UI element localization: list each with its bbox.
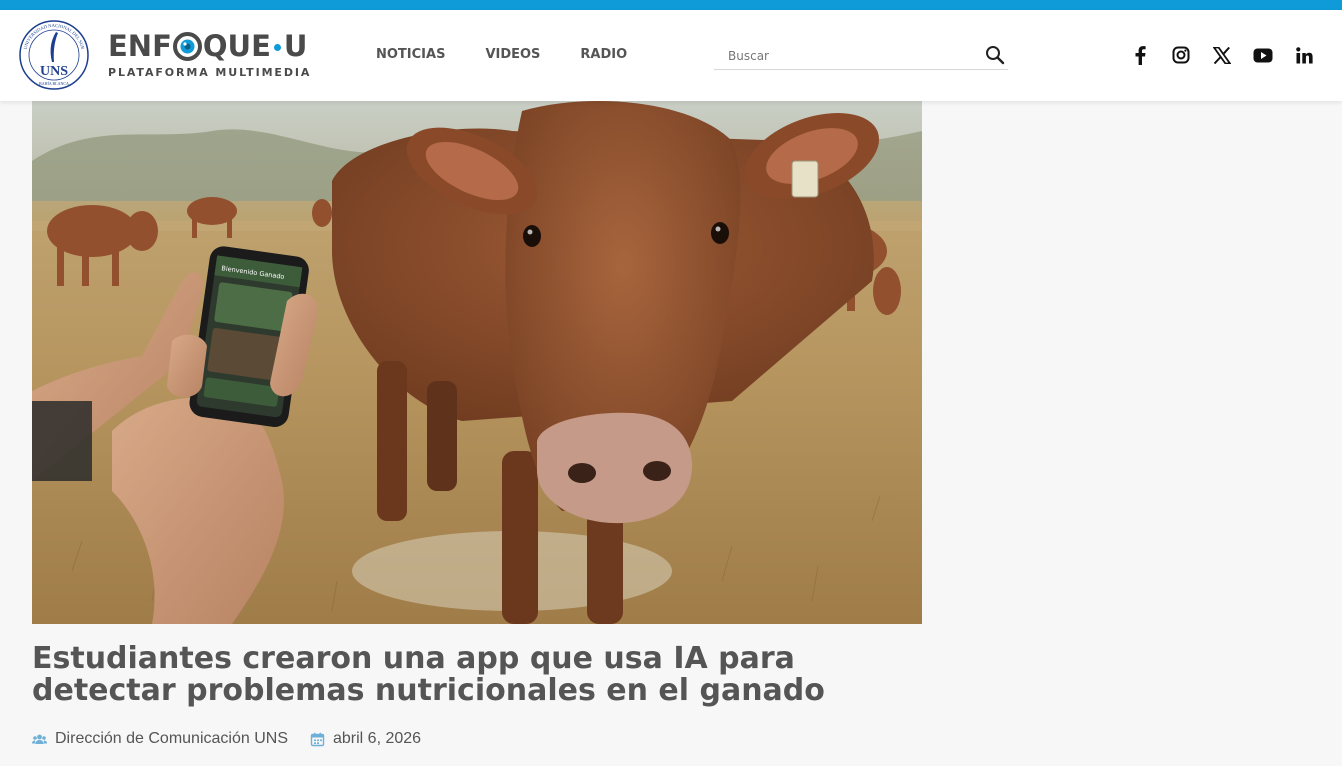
brand-tagline: PLATAFORMA MULTIMEDIA — [108, 66, 312, 79]
nav-radio[interactable]: RADIO — [580, 47, 627, 62]
search-icon[interactable] — [985, 45, 1005, 65]
calendar-icon — [310, 732, 325, 747]
article-meta: Dirección de Comunicación UNS abril 6, 2… — [32, 730, 421, 748]
article-author[interactable]: Dirección de Comunicación UNS — [55, 730, 288, 748]
brand-wordmark: ENF QUE U — [108, 28, 311, 64]
nav-noticias[interactable]: NOTICIAS — [376, 47, 445, 62]
main-nav: NOTICIAS VIDEOS RADIO — [376, 47, 627, 62]
linkedin-icon[interactable] — [1294, 45, 1314, 65]
social-links — [1130, 45, 1314, 65]
search-input[interactable] — [728, 46, 978, 66]
article-date: abril 6, 2026 — [332, 730, 422, 747]
top-accent-bar — [0, 0, 1342, 10]
brand-text-end: U — [283, 29, 308, 63]
facebook-icon[interactable] — [1130, 45, 1150, 65]
eye-o-icon — [172, 31, 202, 61]
brand-text-right: QUE — [202, 29, 271, 63]
brand-dot — [273, 43, 281, 51]
svg-text:UNS: UNS — [40, 64, 68, 79]
users-icon — [32, 732, 47, 747]
uns-seal-logo[interactable]: UNS BAHÍA BLANCA UNIVERSIDAD NACIONAL DE… — [18, 18, 90, 92]
article-hero-image[interactable]: Bienvenido Ganado — [32, 101, 922, 624]
search-box — [714, 43, 1008, 70]
x-icon[interactable] — [1212, 45, 1232, 65]
site-header: UNS BAHÍA BLANCA UNIVERSIDAD NACIONAL DE… — [0, 10, 1342, 101]
youtube-icon[interactable] — [1253, 45, 1273, 65]
article-title[interactable]: Estudiantes crearon una app que usa IA p… — [32, 643, 932, 707]
nav-videos[interactable]: VIDEOS — [485, 47, 540, 62]
svg-text:BAHÍA BLANCA: BAHÍA BLANCA — [39, 81, 69, 86]
instagram-icon[interactable] — [1171, 45, 1191, 65]
brand-text-left: ENF — [108, 29, 172, 63]
brand-logo[interactable]: ENF QUE U PLATAFORMA MULTIMEDIA — [108, 28, 311, 79]
